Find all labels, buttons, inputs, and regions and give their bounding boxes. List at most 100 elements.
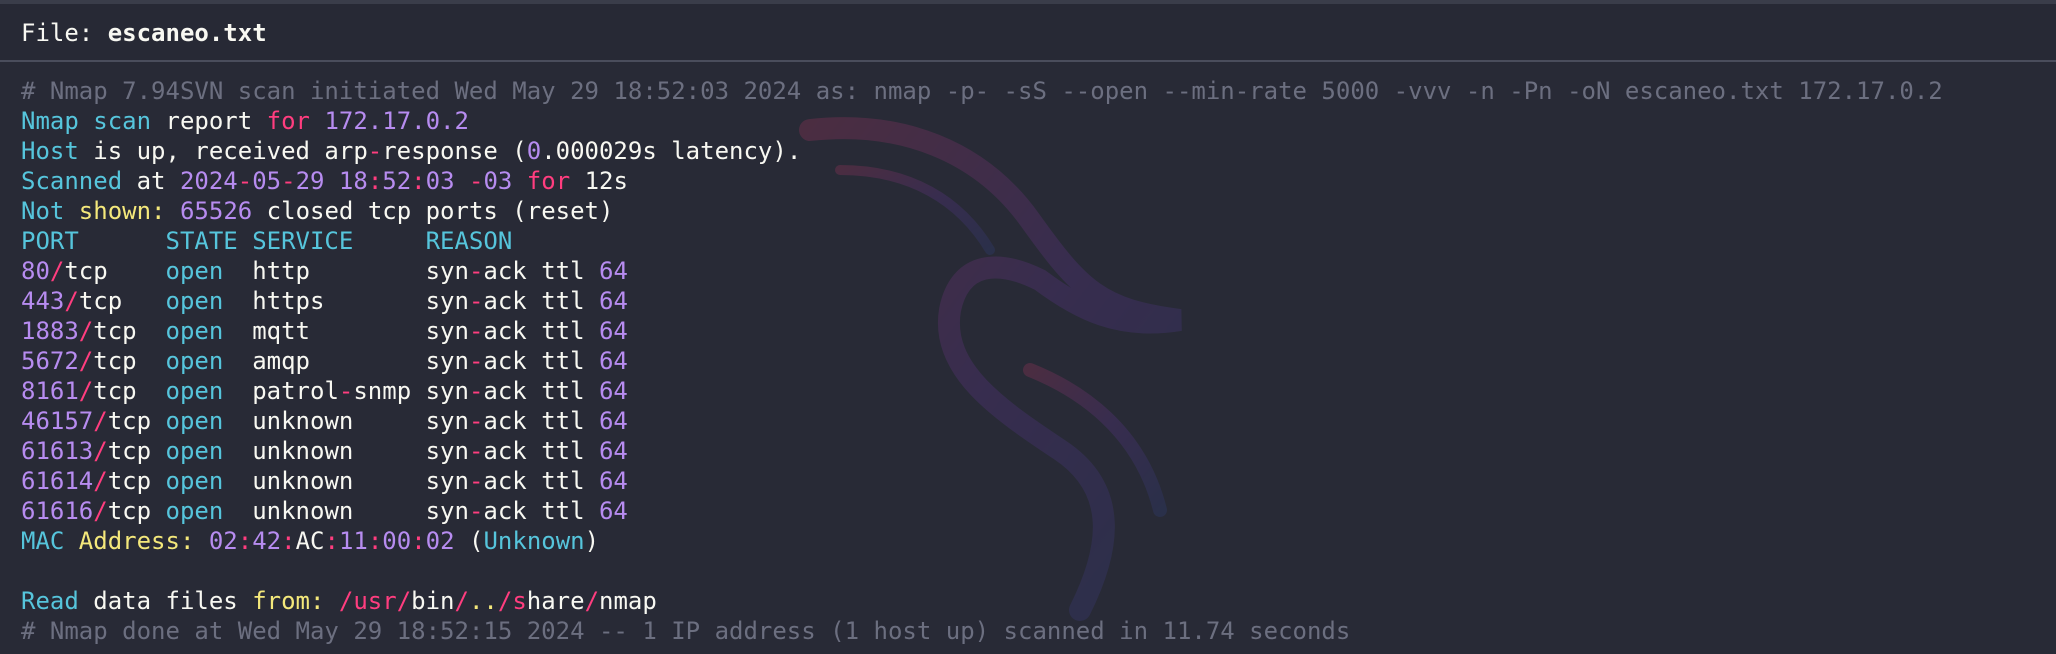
- token: /: [78, 347, 94, 375]
- file-label: File:: [21, 19, 108, 47]
- token: unknown syn: [223, 497, 469, 525]
- token: tcp: [107, 467, 166, 495]
- token: Address:: [64, 527, 195, 555]
- token: 0: [526, 137, 542, 165]
- token: 64: [598, 317, 628, 345]
- token: 02: [425, 527, 455, 555]
- token: ack ttl: [483, 437, 599, 465]
- token: /: [396, 587, 412, 615]
- token: 02: [208, 527, 238, 555]
- token: 64: [598, 347, 628, 375]
- token: snmp syn: [353, 377, 469, 405]
- token: 64: [598, 467, 628, 495]
- token: ..: [468, 587, 498, 615]
- token: unknown syn: [223, 437, 469, 465]
- host-up-line: Host is up, received arp-response (0.000…: [21, 136, 1943, 166]
- token: /: [454, 587, 469, 615]
- token: Scanned: [21, 167, 123, 195]
- token: 61613: [21, 437, 94, 465]
- table-header-line: PORT STATE SERVICE REASON: [21, 226, 1943, 256]
- token: tcp: [93, 317, 166, 345]
- token: ack ttl: [483, 467, 599, 495]
- token: from:: [252, 587, 325, 615]
- token: 46157: [21, 407, 94, 435]
- token: unknown syn: [223, 407, 469, 435]
- token: AC: [295, 527, 325, 555]
- token: /: [338, 587, 354, 615]
- port-row-61614: 61614/tcp open unknown syn-ack ttl 64: [21, 466, 1943, 496]
- comment-scan-initiated: # Nmap 7.94SVN scan initiated Wed May 29…: [21, 76, 1943, 106]
- token: tcp: [93, 377, 166, 405]
- token: (: [454, 527, 484, 555]
- port-row-443: 443/tcp open https syn-ack ttl 64: [21, 286, 1943, 316]
- token: 5672: [21, 347, 79, 375]
- token: Host: [21, 137, 79, 165]
- token: ack ttl: [483, 497, 599, 525]
- token: -: [468, 347, 484, 375]
- token: at: [122, 167, 180, 195]
- token: # Nmap done at Wed May 29 18:52:15 2024 …: [21, 617, 1351, 645]
- token: 64: [598, 377, 628, 405]
- token: /: [93, 437, 108, 465]
- token: for: [266, 107, 310, 135]
- token: shown:: [64, 197, 166, 225]
- comment-scan-done: # Nmap done at Wed May 29 18:52:15 2024 …: [21, 616, 1943, 646]
- token: for: [512, 167, 571, 195]
- token: -: [468, 497, 484, 525]
- token: 64: [599, 287, 628, 315]
- report-line: Nmap scan report for 172.17.0.2: [21, 106, 1943, 136]
- token: s: [512, 587, 527, 615]
- token: /: [78, 317, 94, 345]
- file-header-bar: File: escaneo.txt: [0, 4, 2056, 62]
- token: 80: [21, 257, 50, 285]
- token: report: [151, 107, 267, 135]
- token: .000029s latency).: [541, 137, 802, 165]
- mac-address-line: MAC Address: 02:42:AC:11:00:02 (Unknown): [21, 526, 1943, 556]
- token: bin: [411, 587, 455, 615]
- token: 61614: [21, 467, 94, 495]
- token: -: [468, 317, 484, 345]
- token: tcp: [64, 257, 166, 285]
- token: http syn: [223, 257, 469, 285]
- token: open: [165, 317, 224, 345]
- token: -: [468, 377, 484, 405]
- token: 00: [382, 527, 412, 555]
- token: :: [411, 167, 426, 195]
- token: mqtt syn: [223, 317, 469, 345]
- port-row-46157: 46157/tcp open unknown syn-ack ttl 64: [21, 406, 1943, 436]
- token: 12s: [570, 167, 628, 195]
- token: tcp: [107, 407, 166, 435]
- token: /: [49, 257, 65, 285]
- token: -: [468, 257, 484, 285]
- port-row-5672: 5672/tcp open amqp syn-ack ttl 64: [21, 346, 1943, 376]
- read-data-files-line: Read data files from: /usr/bin/../share/…: [21, 586, 1943, 616]
- token: ack ttl: [483, 407, 599, 435]
- token: 443: [21, 287, 65, 315]
- token: usr: [353, 587, 397, 615]
- not-shown-line: Not shown: 65526 closed tcp ports (reset…: [21, 196, 1943, 226]
- token: tcp: [107, 497, 166, 525]
- token: /: [93, 407, 108, 435]
- token: :: [237, 527, 253, 555]
- token: Read: [21, 587, 79, 615]
- token: hare: [526, 587, 585, 615]
- token: patrol: [223, 377, 339, 405]
- port-row-61616: 61616/tcp open unknown syn-ack ttl 64: [21, 496, 1943, 526]
- token: PORT STATE SERVICE REASON: [21, 227, 513, 255]
- token: ack ttl: [483, 317, 599, 345]
- token: 172.17.0.2: [324, 107, 469, 135]
- token: Nmap scan: [21, 107, 152, 135]
- token: open: [165, 497, 224, 525]
- token: Not: [21, 197, 65, 225]
- token: 61616: [21, 497, 94, 525]
- token: 64: [598, 437, 628, 465]
- file-header: File: escaneo.txt: [21, 18, 267, 48]
- token: tcp: [107, 437, 166, 465]
- token: open: [165, 407, 224, 435]
- token: :: [367, 167, 383, 195]
- token: /: [584, 587, 600, 615]
- port-row-8161: 8161/tcp open patrol-snmp syn-ack ttl 64: [21, 376, 1943, 406]
